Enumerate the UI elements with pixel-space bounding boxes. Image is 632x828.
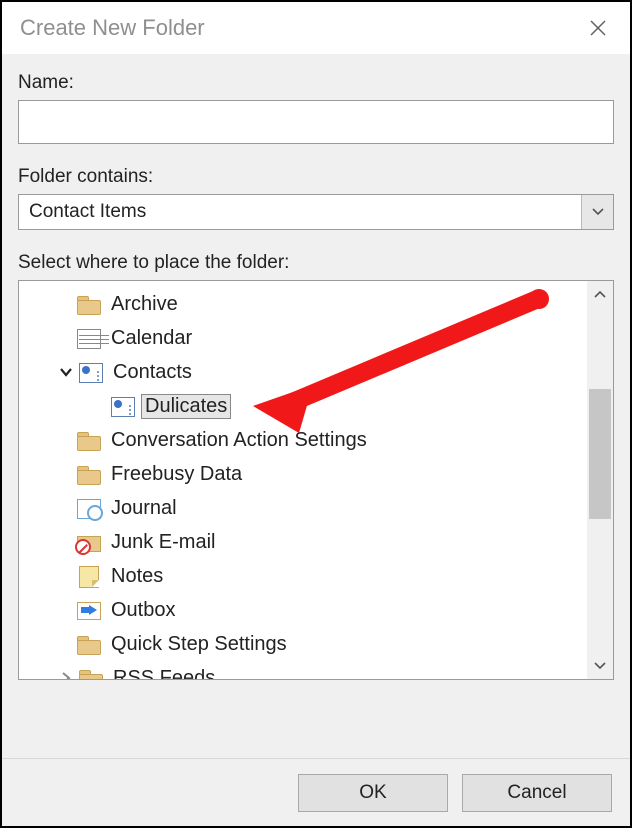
ok-button[interactable]: OK bbox=[298, 774, 448, 812]
tree-item[interactable]: RSS Feeds bbox=[19, 661, 585, 679]
combo-dropdown-button[interactable] bbox=[581, 195, 613, 229]
scrollbar[interactable] bbox=[587, 281, 613, 679]
chevron-down-icon bbox=[592, 208, 604, 216]
folder-icon bbox=[77, 633, 101, 655]
tree-item-label: Archive bbox=[107, 292, 182, 317]
notes-icon bbox=[77, 565, 101, 587]
junk-icon bbox=[77, 531, 101, 553]
close-button[interactable] bbox=[580, 10, 616, 46]
contains-label: Folder contains: bbox=[18, 166, 614, 188]
placement-label: Select where to place the folder: bbox=[18, 252, 614, 274]
tree-item-label: Calendar bbox=[107, 326, 196, 351]
dialog-footer: OK Cancel bbox=[2, 758, 630, 826]
chevron-up-icon bbox=[594, 290, 606, 298]
outbox-icon bbox=[77, 599, 101, 621]
folder-icon bbox=[77, 293, 101, 315]
collapse-toggle[interactable] bbox=[53, 359, 79, 385]
window-title: Create New Folder bbox=[20, 15, 580, 41]
dialog-create-new-folder: Create New Folder Name: Folder contains:… bbox=[0, 0, 632, 828]
chevron-down-icon bbox=[59, 367, 73, 377]
tree-item[interactable]: Dulicates bbox=[19, 389, 585, 423]
tree-item-label: RSS Feeds bbox=[109, 666, 219, 680]
folder-contains-combo[interactable]: Contact Items bbox=[18, 194, 614, 230]
folder-icon bbox=[79, 667, 103, 679]
tree-item[interactable]: Archive bbox=[19, 287, 585, 321]
dialog-body: Name: Folder contains: Contact Items Sel… bbox=[2, 54, 630, 758]
titlebar: Create New Folder bbox=[2, 2, 630, 54]
tree-item[interactable]: Contacts bbox=[19, 355, 585, 389]
tree-item[interactable]: Quick Step Settings bbox=[19, 627, 585, 661]
tree-item-label: Notes bbox=[107, 564, 167, 589]
tree-item[interactable]: Conversation Action Settings bbox=[19, 423, 585, 457]
scroll-down-button[interactable] bbox=[587, 653, 613, 679]
calendar-icon bbox=[77, 327, 101, 349]
scroll-up-button[interactable] bbox=[587, 281, 613, 307]
name-input[interactable] bbox=[18, 100, 614, 144]
folder-tree: Archive Calendar Contacts Dulicates Conversa… bbox=[18, 280, 614, 680]
tree-item-label: Dulicates bbox=[141, 394, 231, 419]
journal-icon bbox=[77, 497, 101, 519]
folder-icon bbox=[77, 463, 101, 485]
tree-item[interactable]: Freebusy Data bbox=[19, 457, 585, 491]
chevron-down-icon bbox=[594, 662, 606, 670]
chevron-right-icon bbox=[61, 671, 71, 679]
contacts-icon bbox=[79, 361, 103, 383]
tree-item-label: Contacts bbox=[109, 360, 196, 385]
folder-icon bbox=[77, 429, 101, 451]
expand-toggle[interactable] bbox=[53, 665, 79, 679]
tree-item[interactable]: Junk E-mail bbox=[19, 525, 585, 559]
tree-item-label: Outbox bbox=[107, 598, 179, 623]
tree-item-label: Conversation Action Settings bbox=[107, 428, 371, 453]
tree-item[interactable]: Outbox bbox=[19, 593, 585, 627]
tree-item-label: Freebusy Data bbox=[107, 462, 246, 487]
folder-contains-value: Contact Items bbox=[29, 201, 146, 223]
tree-item[interactable]: Journal bbox=[19, 491, 585, 525]
tree-item-label: Junk E-mail bbox=[107, 530, 219, 555]
contacts-icon bbox=[111, 395, 135, 417]
cancel-button[interactable]: Cancel bbox=[462, 774, 612, 812]
tree-item[interactable]: Notes bbox=[19, 559, 585, 593]
tree-item-label: Quick Step Settings bbox=[107, 632, 291, 657]
close-icon bbox=[589, 19, 607, 37]
name-label: Name: bbox=[18, 72, 614, 94]
tree-item-label: Journal bbox=[107, 496, 181, 521]
tree-item[interactable]: Calendar bbox=[19, 321, 585, 355]
scroll-thumb[interactable] bbox=[589, 389, 611, 519]
